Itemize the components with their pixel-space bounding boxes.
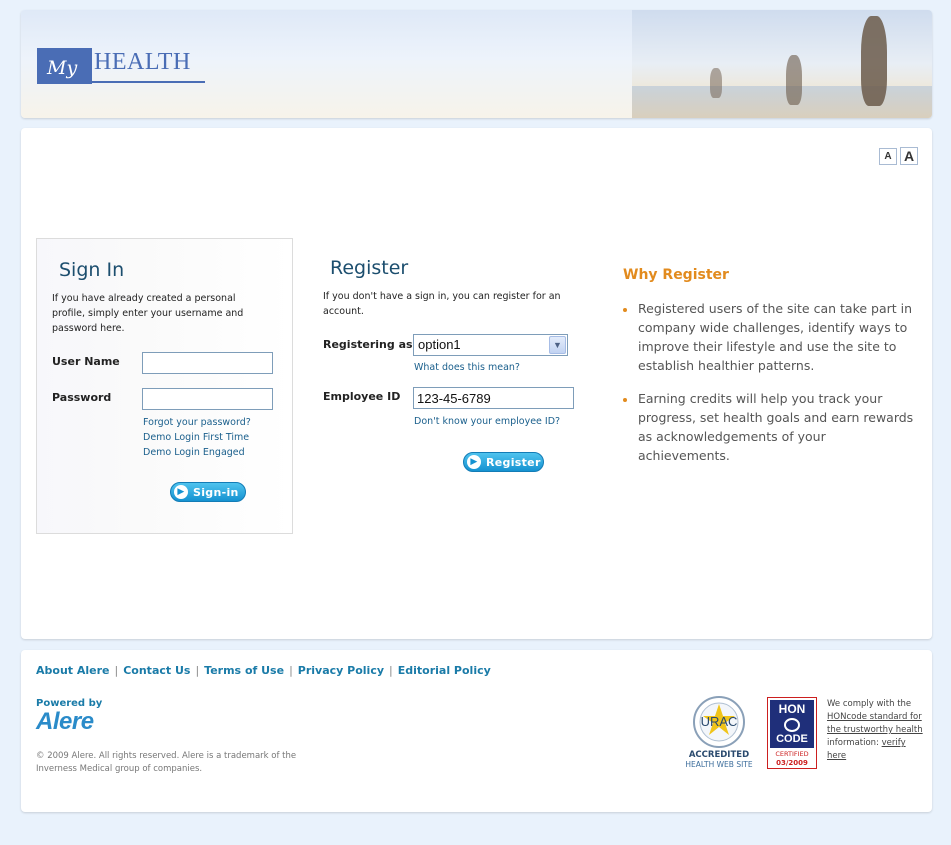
registering-as-value: option1 — [418, 337, 461, 352]
footer-link-editorial[interactable]: Editorial Policy — [398, 664, 491, 677]
urac-name: URAC — [700, 714, 738, 729]
register-button-label: Register — [486, 455, 541, 469]
honcode-mid: information: — [827, 738, 882, 748]
password-input[interactable] — [142, 388, 273, 410]
header-person-3 — [861, 16, 887, 106]
bullet-icon — [623, 308, 627, 312]
header-person-2 — [786, 55, 802, 105]
hon-mid: CODE — [776, 733, 808, 745]
honcode-statement: We comply with the HONcode standard for … — [827, 698, 927, 763]
logo-underline — [87, 81, 205, 83]
urac-seal[interactable]: URAC ACCREDITED HEALTH WEB SITE — [677, 696, 761, 772]
signin-title: Sign In — [59, 259, 125, 281]
footer-link-privacy[interactable]: Privacy Policy — [298, 664, 384, 677]
font-size-small-button[interactable]: A — [879, 148, 897, 165]
employee-id-label: Employee ID — [323, 390, 401, 403]
footer-separator: | — [114, 664, 119, 677]
why-register-point: Earning credits will help you track your… — [638, 391, 914, 463]
employee-id-help-link[interactable]: Don't know your employee ID? — [414, 416, 560, 427]
username-input[interactable] — [142, 352, 273, 374]
logo-health: HEALTH — [94, 49, 191, 75]
arrow-right-icon: ▶ — [467, 455, 481, 469]
footer-separator: | — [289, 664, 293, 677]
register-intro: If you don't have a sign in, you can reg… — [323, 291, 561, 317]
footer-links: About Alere | Contact Us | Terms of Use … — [36, 664, 491, 677]
username-label: User Name — [52, 355, 120, 368]
signin-intro: If you have already created a personal p… — [52, 293, 244, 334]
footer-separator: | — [389, 664, 393, 677]
header-photo-sea — [632, 86, 932, 118]
signin-box: Sign In If you have already created a pe… — [36, 238, 293, 534]
hon-date: 03/2009 — [776, 759, 808, 767]
honcode-link[interactable]: HONcode standard for the trustworthy hea… — [827, 712, 923, 735]
signin-button-label: Sign-in — [193, 485, 239, 499]
footer-separator: | — [195, 664, 200, 677]
footer-link-contact[interactable]: Contact Us — [123, 664, 190, 677]
signin-button[interactable]: ▶ Sign-in — [170, 482, 246, 502]
bullet-icon — [623, 398, 627, 402]
urac-health-web-site: HEALTH WEB SITE — [685, 760, 753, 769]
honcode-prefix: We comply with the — [827, 699, 912, 709]
copyright-text: © 2009 Alere. All rights reserved. Alere… — [36, 751, 297, 774]
chevron-down-icon[interactable]: ▼ — [549, 336, 566, 354]
site-footer: About Alere | Contact Us | Terms of Use … — [21, 650, 932, 812]
register-title: Register — [330, 257, 409, 279]
register-button[interactable]: ▶ Register — [463, 452, 544, 472]
header-person-1 — [710, 68, 722, 98]
why-register-point: Registered users of the site can take pa… — [638, 301, 913, 373]
demo-login-first-time-link[interactable]: Demo Login First Time — [143, 432, 249, 443]
registering-as-label: Registering as — [323, 338, 413, 351]
footer-link-terms[interactable]: Terms of Use — [204, 664, 284, 677]
alere-logo: Alere — [36, 708, 94, 735]
logo-my: My — [37, 48, 92, 84]
registering-as-select[interactable]: option1 ▼ — [413, 334, 568, 356]
site-header: My HEALTH — [21, 10, 932, 118]
why-register-title: Why Register — [623, 267, 729, 283]
arrow-right-icon: ▶ — [174, 485, 188, 499]
myhealth-logo[interactable]: My HEALTH — [37, 48, 205, 84]
password-label: Password — [52, 391, 112, 404]
demo-login-engaged-link[interactable]: Demo Login Engaged — [143, 447, 245, 458]
forgot-password-link[interactable]: Forgot your password? — [143, 417, 251, 428]
hon-code-seal[interactable]: HON CODE CERTIFIED 03/2009 — [767, 697, 817, 769]
urac-accredited: ACCREDITED — [688, 750, 750, 760]
font-size-large-button[interactable]: A — [900, 147, 918, 165]
hon-certified: CERTIFIED — [775, 750, 809, 758]
what-does-this-mean-link[interactable]: What does this mean? — [414, 362, 520, 373]
hon-top: HON — [778, 702, 806, 716]
main-panel: A A Sign In If you have already created … — [21, 128, 932, 639]
employee-id-input[interactable] — [413, 387, 574, 409]
at-symbol-icon — [784, 718, 800, 732]
footer-link-about[interactable]: About Alere — [36, 664, 110, 677]
